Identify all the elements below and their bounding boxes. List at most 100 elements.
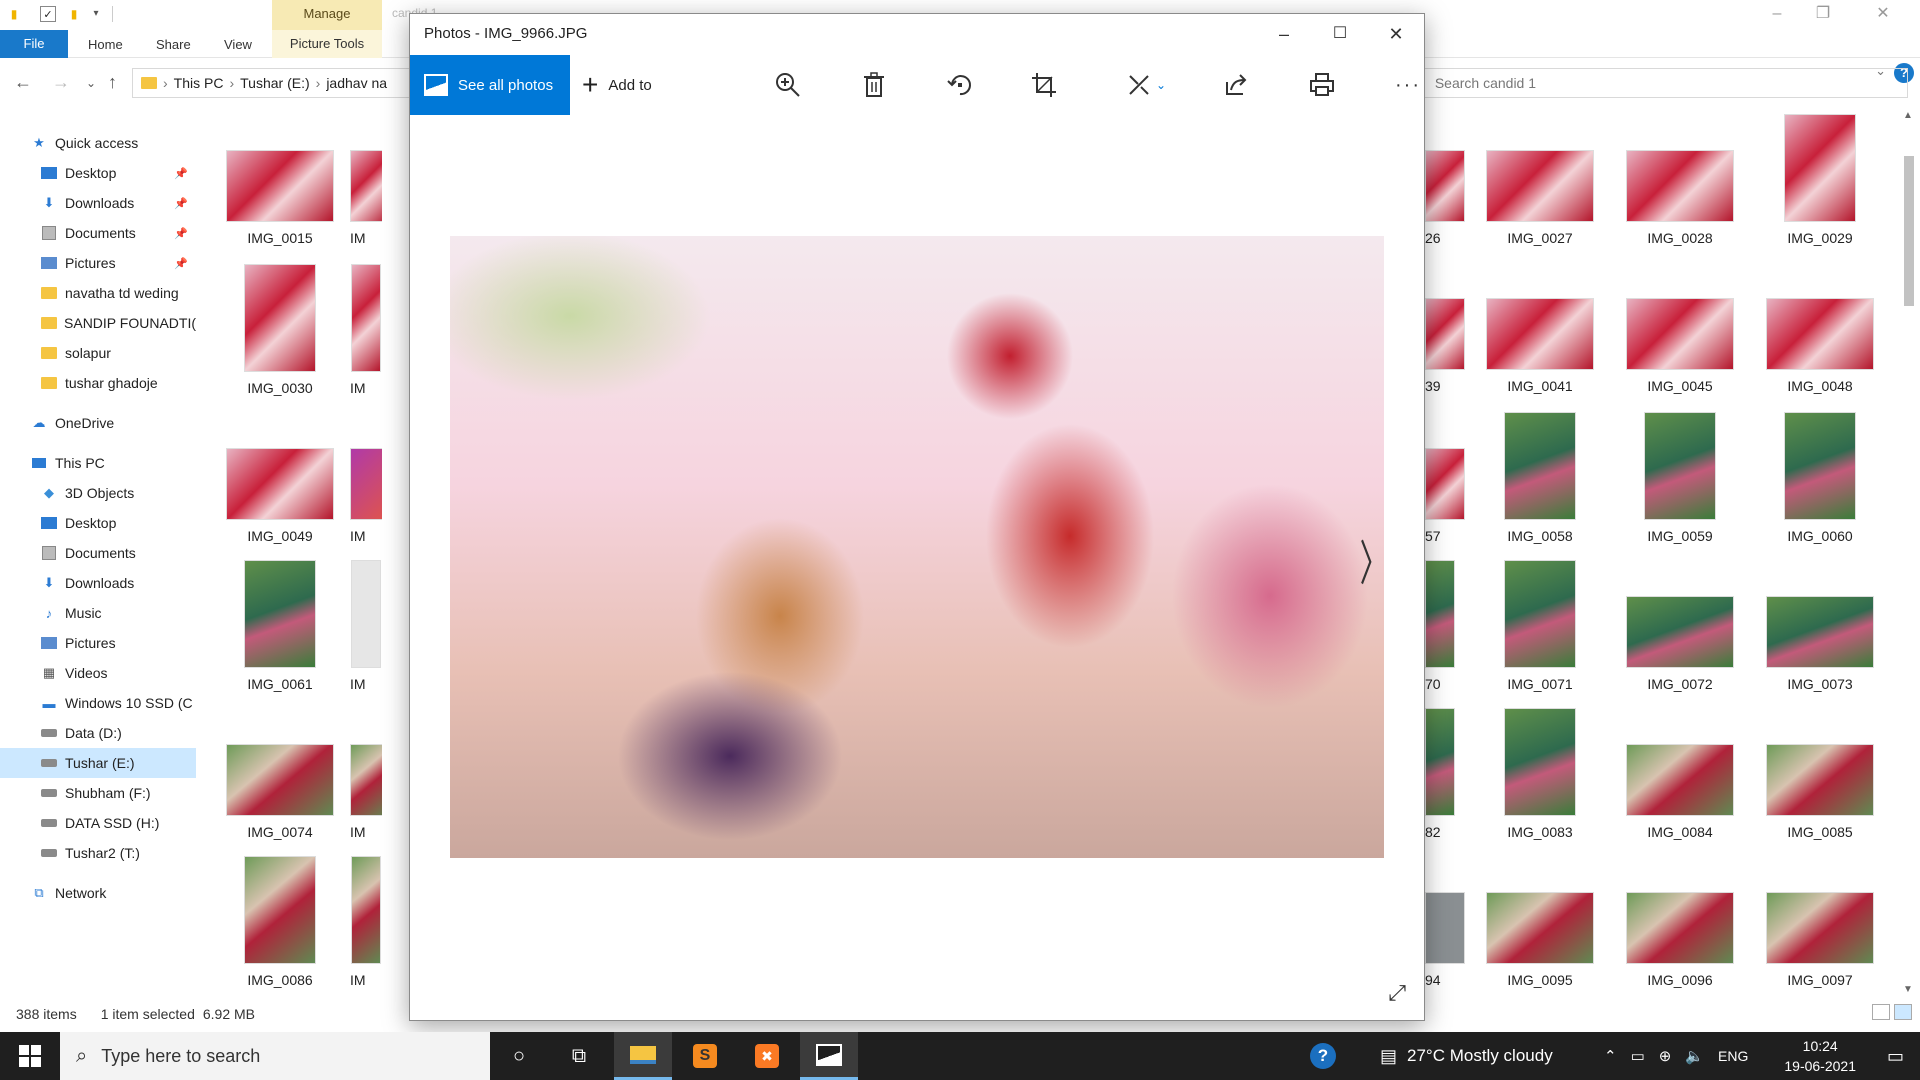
file-thumbnail[interactable]: IMG_0095 <box>1470 892 1610 988</box>
breadcrumb-item[interactable]: This PC <box>174 75 224 91</box>
file-thumbnail[interactable]: IMG_0027 <box>1470 150 1610 246</box>
file-thumbnail[interactable]: 39 <box>1425 298 1465 394</box>
tab-share[interactable]: Share <box>142 34 205 56</box>
nav-item-desktop[interactable]: Desktop 📌 <box>0 158 196 188</box>
file-thumbnail[interactable]: 26 <box>1425 150 1465 246</box>
next-photo-icon[interactable]: 〉 <box>1360 524 1389 594</box>
nav-item-desktop[interactable]: Desktop <box>0 508 196 538</box>
scrollbar-thumb[interactable] <box>1904 156 1914 306</box>
fullscreen-icon[interactable]: ⤢ <box>1388 980 1406 1006</box>
file-thumbnail[interactable]: IMG_0029 <box>1750 114 1890 246</box>
properties-icon[interactable]: ✓ <box>40 6 56 22</box>
tab-file[interactable]: File <box>0 30 68 58</box>
file-thumbnail[interactable]: IMG_0071 <box>1470 560 1610 692</box>
tab-view[interactable]: View <box>210 34 266 56</box>
file-thumbnail[interactable]: IMG_0058 <box>1470 412 1610 544</box>
nav-item-drive-f[interactable]: Shubham (F:) <box>0 778 196 808</box>
nav-item-folder[interactable]: navatha td weding <box>0 278 196 308</box>
delete-icon[interactable] <box>856 67 892 103</box>
file-thumbnail[interactable]: IMG_0041 <box>1470 298 1610 394</box>
nav-item-pictures[interactable]: Pictures <box>0 628 196 658</box>
rotate-icon[interactable] <box>942 67 978 103</box>
chevron-down-icon[interactable]: ⌄ <box>1156 78 1166 92</box>
displayed-photo[interactable] <box>450 236 1384 858</box>
help-tray-icon[interactable]: ? <box>1310 1032 1336 1080</box>
recent-locations-icon[interactable]: ⌄ <box>86 76 96 90</box>
nav-quick-access[interactable]: ★ Quick access <box>0 128 196 158</box>
search-input[interactable]: ⌕ Search candid 1 <box>1408 68 1908 98</box>
file-thumbnail[interactable]: 57 <box>1425 448 1465 544</box>
file-thumbnail[interactable]: IM <box>350 150 382 246</box>
file-thumbnail[interactable]: IMG_0086 <box>210 856 350 988</box>
nav-item-drive-c[interactable]: ▬ Windows 10 SSD (C <box>0 688 196 718</box>
weather-widget[interactable]: ▤ 27°C Mostly cloudy <box>1380 1032 1553 1080</box>
manage-tab[interactable]: Manage <box>272 0 382 30</box>
volume-icon[interactable]: 🔈 <box>1685 1047 1704 1065</box>
forward-icon[interactable]: → <box>52 72 70 93</box>
nav-network[interactable]: ⧉ Network <box>0 878 196 908</box>
nav-item-documents[interactable]: Documents 📌 <box>0 218 196 248</box>
file-explorer-taskbar-icon[interactable] <box>614 1032 672 1080</box>
file-thumbnail[interactable]: 94 <box>1425 892 1465 988</box>
maximize-button[interactable]: ☐ <box>1312 14 1368 54</box>
file-thumbnail[interactable]: IMG_0048 <box>1750 298 1890 394</box>
nav-item-music[interactable]: ♪ Music <box>0 598 196 628</box>
show-hidden-icons-icon[interactable]: ⌃ <box>1604 1047 1617 1065</box>
breadcrumb-item[interactable]: jadhav na <box>326 75 387 91</box>
file-thumbnail[interactable]: IMG_0073 <box>1750 596 1890 692</box>
minimize-button[interactable]: – <box>1754 0 1800 30</box>
nav-item-downloads[interactable]: ⬇ Downloads 📌 <box>0 188 196 218</box>
nav-this-pc[interactable]: This PC <box>0 448 196 478</box>
file-thumbnail[interactable]: IMG_0084 <box>1610 744 1750 840</box>
new-folder-icon[interactable]: ▮ <box>66 6 82 22</box>
file-thumbnail[interactable]: IMG_0030 <box>210 264 350 396</box>
add-to-button[interactable]: + Add to <box>582 55 652 115</box>
nav-item-drive-h[interactable]: DATA SSD (H:) <box>0 808 196 838</box>
file-thumbnail[interactable]: IM <box>350 448 382 544</box>
nav-item-drive-t[interactable]: Tushar2 (T:) <box>0 838 196 868</box>
breadcrumb[interactable]: › This PC › Tushar (E:) › jadhav na <box>132 68 412 98</box>
file-thumbnail[interactable]: IM <box>350 264 382 396</box>
tab-home[interactable]: Home <box>74 34 137 56</box>
minimize-button[interactable]: – <box>1256 14 1312 54</box>
task-view-icon[interactable]: ⧉ <box>550 1032 608 1080</box>
start-button[interactable] <box>0 1032 60 1080</box>
breadcrumb-item[interactable]: Tushar (E:) <box>240 75 310 91</box>
file-thumbnail[interactable]: IMG_0072 <box>1610 596 1750 692</box>
back-icon[interactable]: ← <box>14 72 32 93</box>
file-thumbnail[interactable]: IMG_0028 <box>1610 150 1750 246</box>
file-thumbnail[interactable]: IMG_0085 <box>1750 744 1890 840</box>
taskbar-search-input[interactable]: ⌕ Type here to search <box>60 1032 490 1080</box>
restore-button[interactable]: ❐ <box>1800 0 1846 30</box>
file-thumbnail[interactable]: IM <box>350 744 382 840</box>
share-icon[interactable] <box>1218 67 1254 103</box>
close-button[interactable]: ✕ <box>1368 14 1424 54</box>
file-thumbnail[interactable]: IMG_0059 <box>1610 412 1750 544</box>
clock[interactable]: 10:24 19-06-2021 <box>1784 1036 1856 1076</box>
vertical-scrollbar[interactable]: ▲ ▼ <box>1902 110 1916 995</box>
file-thumbnail[interactable]: 70 <box>1425 560 1465 692</box>
file-thumbnail[interactable]: IMG_0061 <box>210 560 350 692</box>
file-thumbnail[interactable]: IMG_0096 <box>1610 892 1750 988</box>
file-thumbnail[interactable]: IMG_0083 <box>1470 708 1610 840</box>
nav-item-videos[interactable]: ▦ Videos <box>0 658 196 688</box>
scroll-down-icon[interactable]: ▼ <box>1903 984 1913 995</box>
xampp-taskbar-icon[interactable]: ✖ <box>738 1032 796 1080</box>
nav-item-drive-d[interactable]: Data (D:) <box>0 718 196 748</box>
file-thumbnail[interactable]: IMG_0015 <box>210 150 350 246</box>
customize-toolbar-icon[interactable]: ▾ <box>88 6 104 22</box>
nav-item-downloads[interactable]: ⬇ Downloads <box>0 568 196 598</box>
network-globe-icon[interactable]: ⊕ <box>1659 1047 1672 1065</box>
photos-taskbar-icon[interactable] <box>800 1032 858 1080</box>
zoom-icon[interactable] <box>770 67 806 103</box>
sublime-text-taskbar-icon[interactable]: S <box>676 1032 734 1080</box>
nav-item-pictures[interactable]: Pictures 📌 <box>0 248 196 278</box>
notifications-icon[interactable]: ▭ <box>1887 1032 1904 1080</box>
nav-item-folder[interactable]: SANDIP FOUNADTI( <box>0 308 196 338</box>
battery-icon[interactable]: ▭ <box>1631 1047 1645 1065</box>
file-thumbnail[interactable]: IMG_0097 <box>1750 892 1890 988</box>
file-thumbnail[interactable]: IM <box>350 856 382 988</box>
cortana-icon[interactable]: ○ <box>490 1032 548 1080</box>
up-icon[interactable]: ↑ <box>108 72 117 93</box>
nav-item-drive-e[interactable]: Tushar (E:) <box>0 748 196 778</box>
